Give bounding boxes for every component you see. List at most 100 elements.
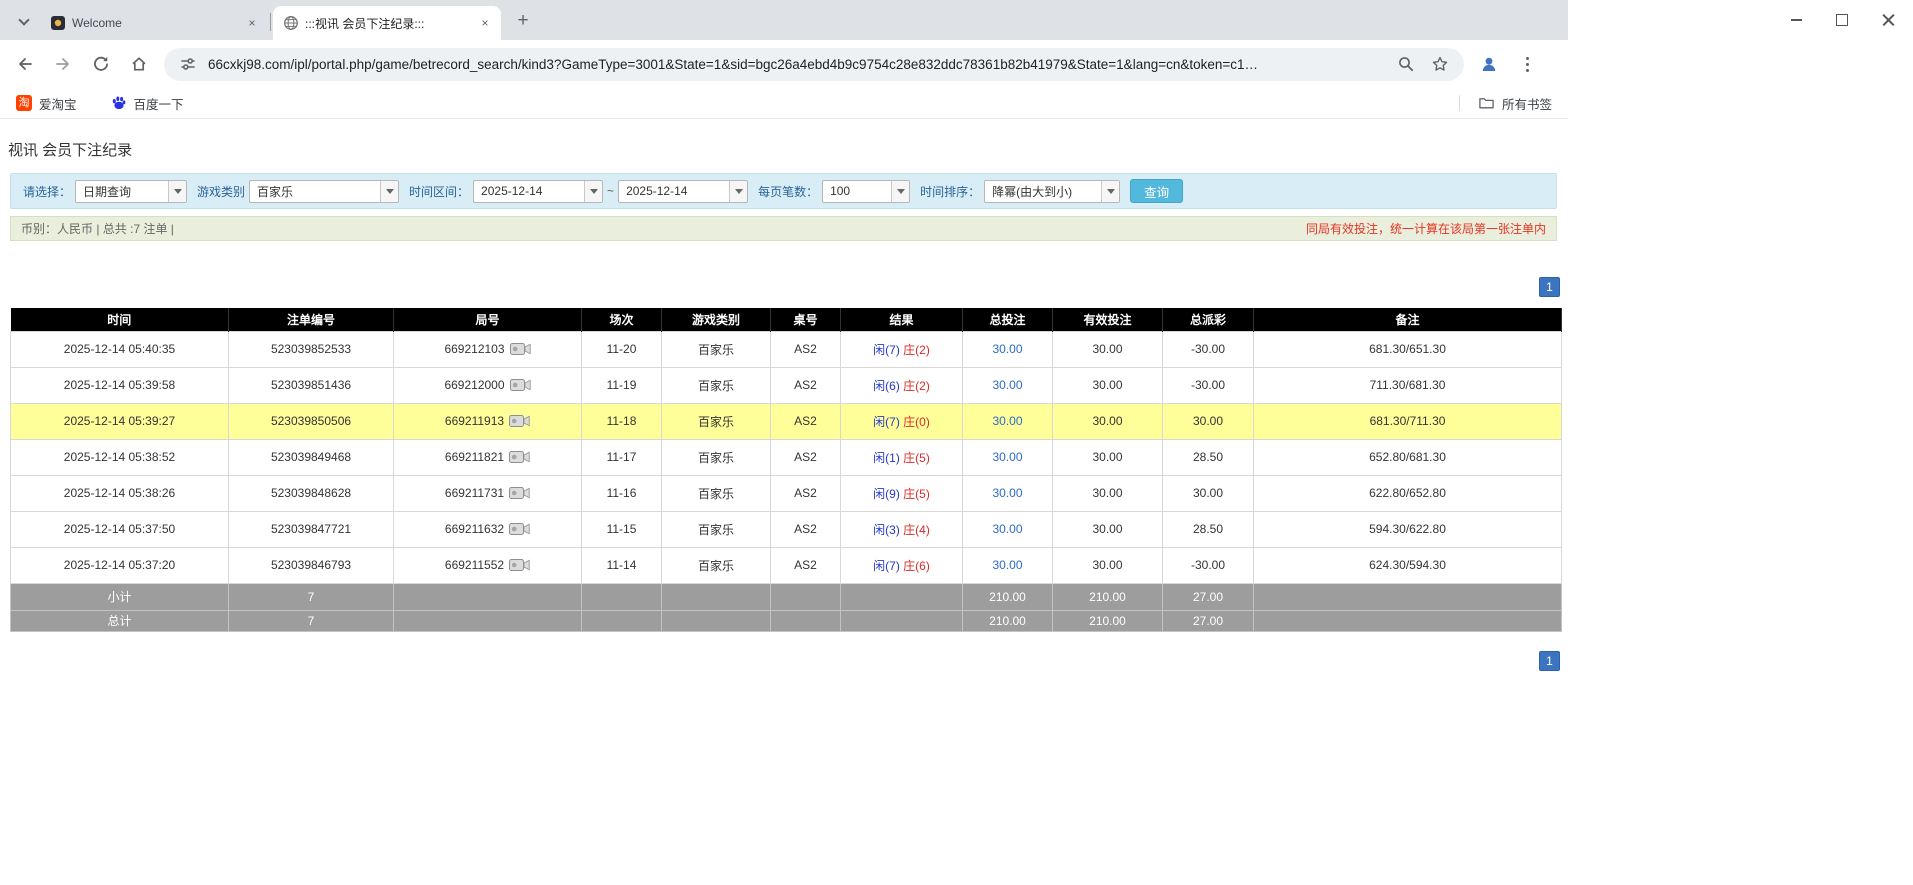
total-bet-link[interactable]: 30.00 xyxy=(992,522,1022,536)
profile-icon xyxy=(1485,57,1493,65)
video-replay-icon[interactable] xyxy=(509,342,531,356)
cell-valid-bet: 30.00 xyxy=(1052,438,1163,476)
total-payout: 27.00 xyxy=(1162,609,1254,632)
profile-button[interactable] xyxy=(1473,48,1505,80)
tab-welcome[interactable]: Welcome × xyxy=(40,6,268,40)
result-player: 闲(3) xyxy=(873,522,900,537)
video-replay-icon[interactable] xyxy=(509,522,530,536)
round-number: 669211632 xyxy=(444,521,505,536)
menu-button[interactable] xyxy=(1511,48,1543,80)
round-number: 669211552 xyxy=(444,557,505,572)
address-bar[interactable]: 66cxkj98.com/ipl/portal.php/game/betreco… xyxy=(164,47,1464,81)
video-replay-icon[interactable] xyxy=(509,414,530,428)
cell-round-no: 669212000 xyxy=(393,366,582,404)
date-to-dropdown[interactable]: 2025-12-14 xyxy=(618,179,749,203)
chevron-down-icon[interactable] xyxy=(168,180,187,202)
date-from-dropdown[interactable]: 2025-12-14 xyxy=(473,179,604,203)
cell-time: 2025-12-14 05:39:27 xyxy=(10,402,229,440)
close-icon[interactable] xyxy=(1881,13,1895,27)
chevron-down-icon[interactable] xyxy=(1101,180,1120,202)
column-header: 时间 xyxy=(10,308,229,331)
page-content: 视讯 会员下注纪录 请选择： 日期查询 游戏类别 百家乐 时间区间： 2025-… xyxy=(0,119,1568,885)
tab-bet-records[interactable]: :::视讯 会员下注纪录::: × xyxy=(273,6,501,40)
cell-session: 11-17 xyxy=(581,438,662,476)
minimize-icon[interactable] xyxy=(1789,13,1803,27)
forward-button[interactable] xyxy=(47,48,79,80)
cell-total-bet: 30.00 xyxy=(962,438,1053,476)
total-total-bet: 210.00 xyxy=(962,609,1053,632)
cell-time: 2025-12-14 05:38:26 xyxy=(10,474,229,512)
page-title: 视讯 会员下注纪录 xyxy=(8,142,133,159)
cell-payout: -30.00 xyxy=(1162,546,1254,584)
home-button[interactable] xyxy=(123,48,155,80)
maximize-icon[interactable] xyxy=(1835,13,1849,27)
cell-total-bet: 30.00 xyxy=(962,474,1053,512)
cell-session: 11-14 xyxy=(581,546,662,584)
subtotal-count: 7 xyxy=(228,582,394,611)
chevron-down-icon[interactable] xyxy=(891,180,910,202)
chevron-down-icon[interactable] xyxy=(380,180,399,202)
zoom-icon[interactable] xyxy=(1394,52,1418,76)
cell-time: 2025-12-14 05:40:35 xyxy=(10,330,229,368)
cell-bet-id: 523039850506 xyxy=(228,402,394,440)
tab-close-icon[interactable]: × xyxy=(477,15,493,31)
subtotal-valid-bet: 210.00 xyxy=(1052,582,1163,611)
bookmark-label: 爱淘宝 xyxy=(39,97,77,112)
bet-record-row: 2025-12-14 05:37:20 523039846793 669211552… xyxy=(10,546,1562,584)
bookmark-baidu[interactable]: 百度一下 xyxy=(107,91,188,116)
total-bet-link[interactable]: 30.00 xyxy=(992,414,1022,428)
cell-total-bet: 30.00 xyxy=(962,366,1053,404)
all-bookmarks-button[interactable]: 所有书签 xyxy=(1474,91,1556,116)
bet-record-row: 2025-12-14 05:39:58 523039851436 669212000… xyxy=(10,366,1562,404)
forward-icon xyxy=(56,58,69,70)
bookmark-taobao[interactable]: 淘 爱淘宝 xyxy=(12,91,81,116)
cell-round-no: 669211821 xyxy=(393,438,582,476)
total-bet-link[interactable]: 30.00 xyxy=(992,342,1022,356)
cell-valid-bet: 30.00 xyxy=(1052,510,1163,548)
filter-label-sort: 时间排序： xyxy=(920,184,981,199)
chevron-down-icon[interactable] xyxy=(729,180,748,202)
pagination-bottom: 1 xyxy=(0,650,1560,671)
total-count: 7 xyxy=(228,609,394,632)
total-bet-link[interactable]: 30.00 xyxy=(992,378,1022,392)
search-button[interactable]: 查询 xyxy=(1130,179,1184,203)
chevron-down-icon[interactable] xyxy=(584,180,603,202)
page-number-button[interactable]: 1 xyxy=(1539,277,1560,297)
result-banker: 庄(6) xyxy=(903,558,930,573)
video-replay-icon[interactable] xyxy=(509,558,530,572)
cell-table-no: AS2 xyxy=(770,510,841,548)
bookmark-star-icon[interactable] xyxy=(1428,52,1452,76)
reload-button[interactable] xyxy=(85,48,117,80)
total-bet-link[interactable]: 30.00 xyxy=(992,558,1022,572)
game-type-dropdown[interactable]: 百家乐 xyxy=(249,179,400,203)
bet-record-row: 2025-12-14 05:39:27 523039850506 669211913… xyxy=(10,402,1562,440)
round-number: 669212103 xyxy=(444,341,505,356)
tab-search-button[interactable] xyxy=(10,7,38,35)
video-replay-icon[interactable] xyxy=(509,450,530,464)
url-text[interactable]: 66cxkj98.com/ipl/portal.php/game/betreco… xyxy=(208,57,1384,72)
page-number-button[interactable]: 1 xyxy=(1539,650,1560,671)
navigation-toolbar: 66cxkj98.com/ipl/portal.php/game/betreco… xyxy=(0,40,1568,88)
cell-time: 2025-12-14 05:38:52 xyxy=(10,438,229,476)
cell-remark: 622.80/652.80 xyxy=(1253,474,1562,512)
site-settings-icon[interactable] xyxy=(176,52,200,76)
video-replay-icon[interactable] xyxy=(509,486,530,500)
cell-remark: 594.30/622.80 xyxy=(1253,510,1562,548)
video-replay-icon[interactable] xyxy=(509,378,531,392)
column-header: 总投注 xyxy=(962,308,1053,331)
sort-order-dropdown[interactable]: 降幂(由大到小) xyxy=(984,179,1121,203)
tab-title: :::视讯 会员下注纪录::: xyxy=(305,16,425,31)
empty-cell xyxy=(661,609,771,632)
query-type-dropdown[interactable]: 日期查询 xyxy=(75,179,188,203)
total-bet-link[interactable]: 30.00 xyxy=(992,486,1022,500)
cell-session: 11-18 xyxy=(581,402,662,440)
tab-close-icon[interactable]: × xyxy=(244,15,260,31)
total-bet-link[interactable]: 30.00 xyxy=(992,450,1022,464)
page-size-dropdown[interactable]: 100 xyxy=(822,179,911,203)
column-header: 注单编号 xyxy=(228,308,394,331)
cell-table-no: AS2 xyxy=(770,474,841,512)
subtotal-row: 小计 7 210.00 210.00 27.00 xyxy=(10,582,1562,611)
back-button[interactable] xyxy=(9,48,41,80)
cell-payout: 28.50 xyxy=(1162,438,1254,476)
new-tab-button[interactable]: + xyxy=(509,7,537,35)
